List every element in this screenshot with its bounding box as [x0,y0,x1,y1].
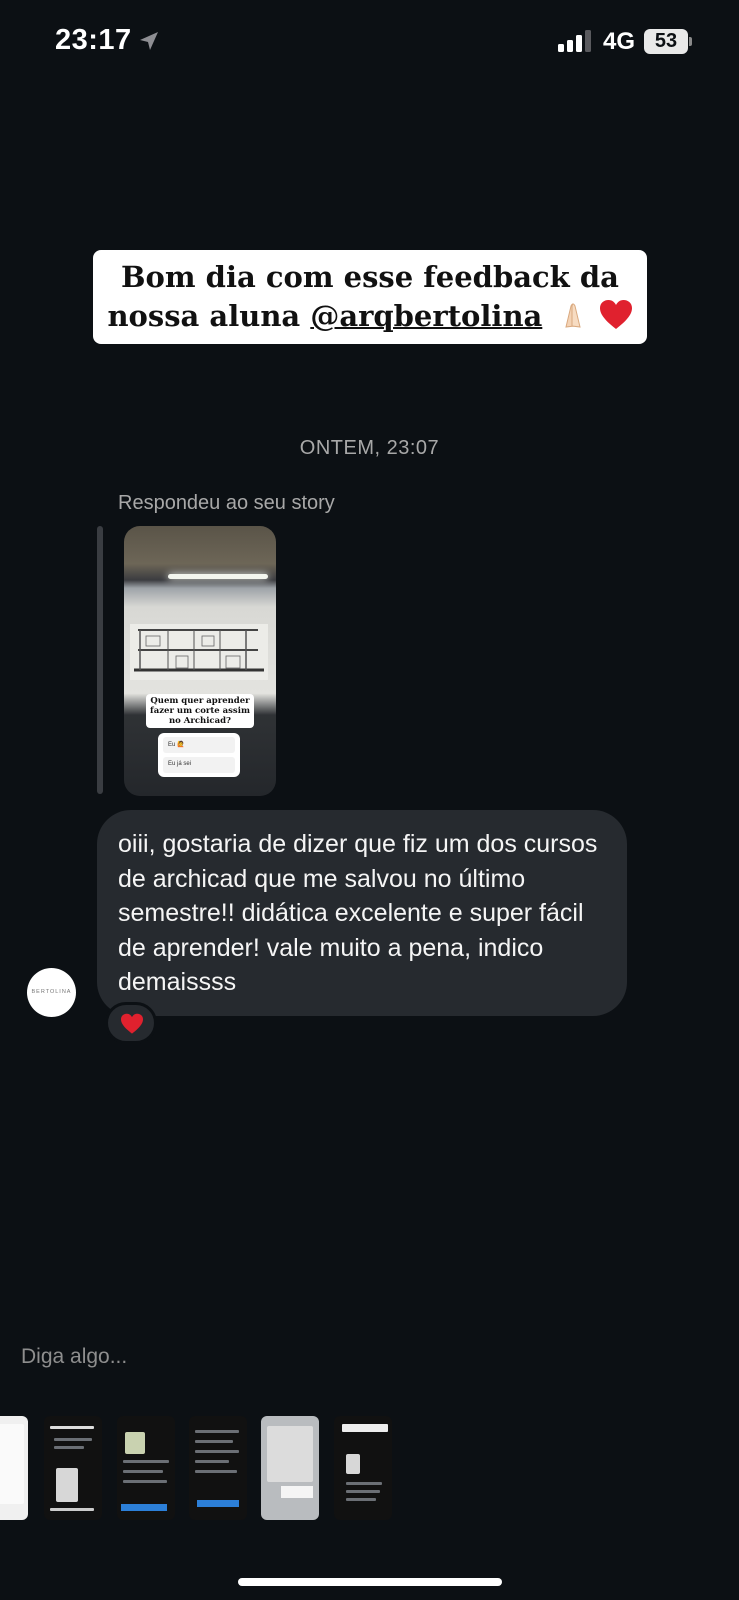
location-arrow-icon [140,32,158,50]
battery-icon: 53 [644,29,692,54]
status-time: 23:17 [55,24,132,56]
battery-level: 53 [654,30,678,52]
reply-quote-bar [97,526,103,794]
story-tray-item[interactable] [261,1416,319,1520]
heart-icon [599,300,632,329]
message-bubble[interactable]: oiii, gostaria de dizer que fiz um dos c… [97,810,627,1016]
heart-icon [121,1013,143,1034]
story-tray [0,1408,739,1528]
message-reaction[interactable] [105,1002,157,1044]
story-caption: Bom dia com esse feedback da nossa aluna… [93,250,647,344]
caption-mention[interactable]: @arqbertolina [310,299,542,333]
date-separator: ONTEM, 23:07 [299,437,440,459]
caption-line-2: nossa aluna @arqbertolina [93,297,647,336]
reply-input[interactable] [21,1340,711,1374]
caption-prefix: nossa aluna [107,299,311,333]
reply-context-label: Respondeu ao seu story [118,492,335,514]
replied-story-thumbnail[interactable]: Quem quer aprender fazer um corte assim … [124,526,276,796]
poll-option-1: Eu 🙋 [163,737,235,753]
story-tray-item[interactable] [117,1416,175,1520]
story-tray-item[interactable] [44,1416,102,1520]
caption-line-1: Bom dia com esse feedback da [121,260,619,294]
story-section-drawing [130,624,268,680]
story-tray-item[interactable] [0,1416,28,1520]
story-tray-item[interactable] [189,1416,247,1520]
sender-avatar[interactable]: BERTOLINA [27,968,76,1017]
poll-option-2: Eu já sei [163,757,235,773]
pray-icon [565,303,582,328]
cellular-signal-icon [558,30,591,52]
status-bar: 23:17 4G 53 [0,0,739,84]
story-tray-item[interactable] [334,1416,392,1520]
story-lamp [168,574,268,579]
story-question-sticker: Quem quer aprender fazer um corte assim … [146,694,254,728]
story-poll-sticker: Eu 🙋 Eu já sei [158,733,240,777]
network-type: 4G [603,28,636,55]
home-indicator[interactable] [238,1578,502,1586]
